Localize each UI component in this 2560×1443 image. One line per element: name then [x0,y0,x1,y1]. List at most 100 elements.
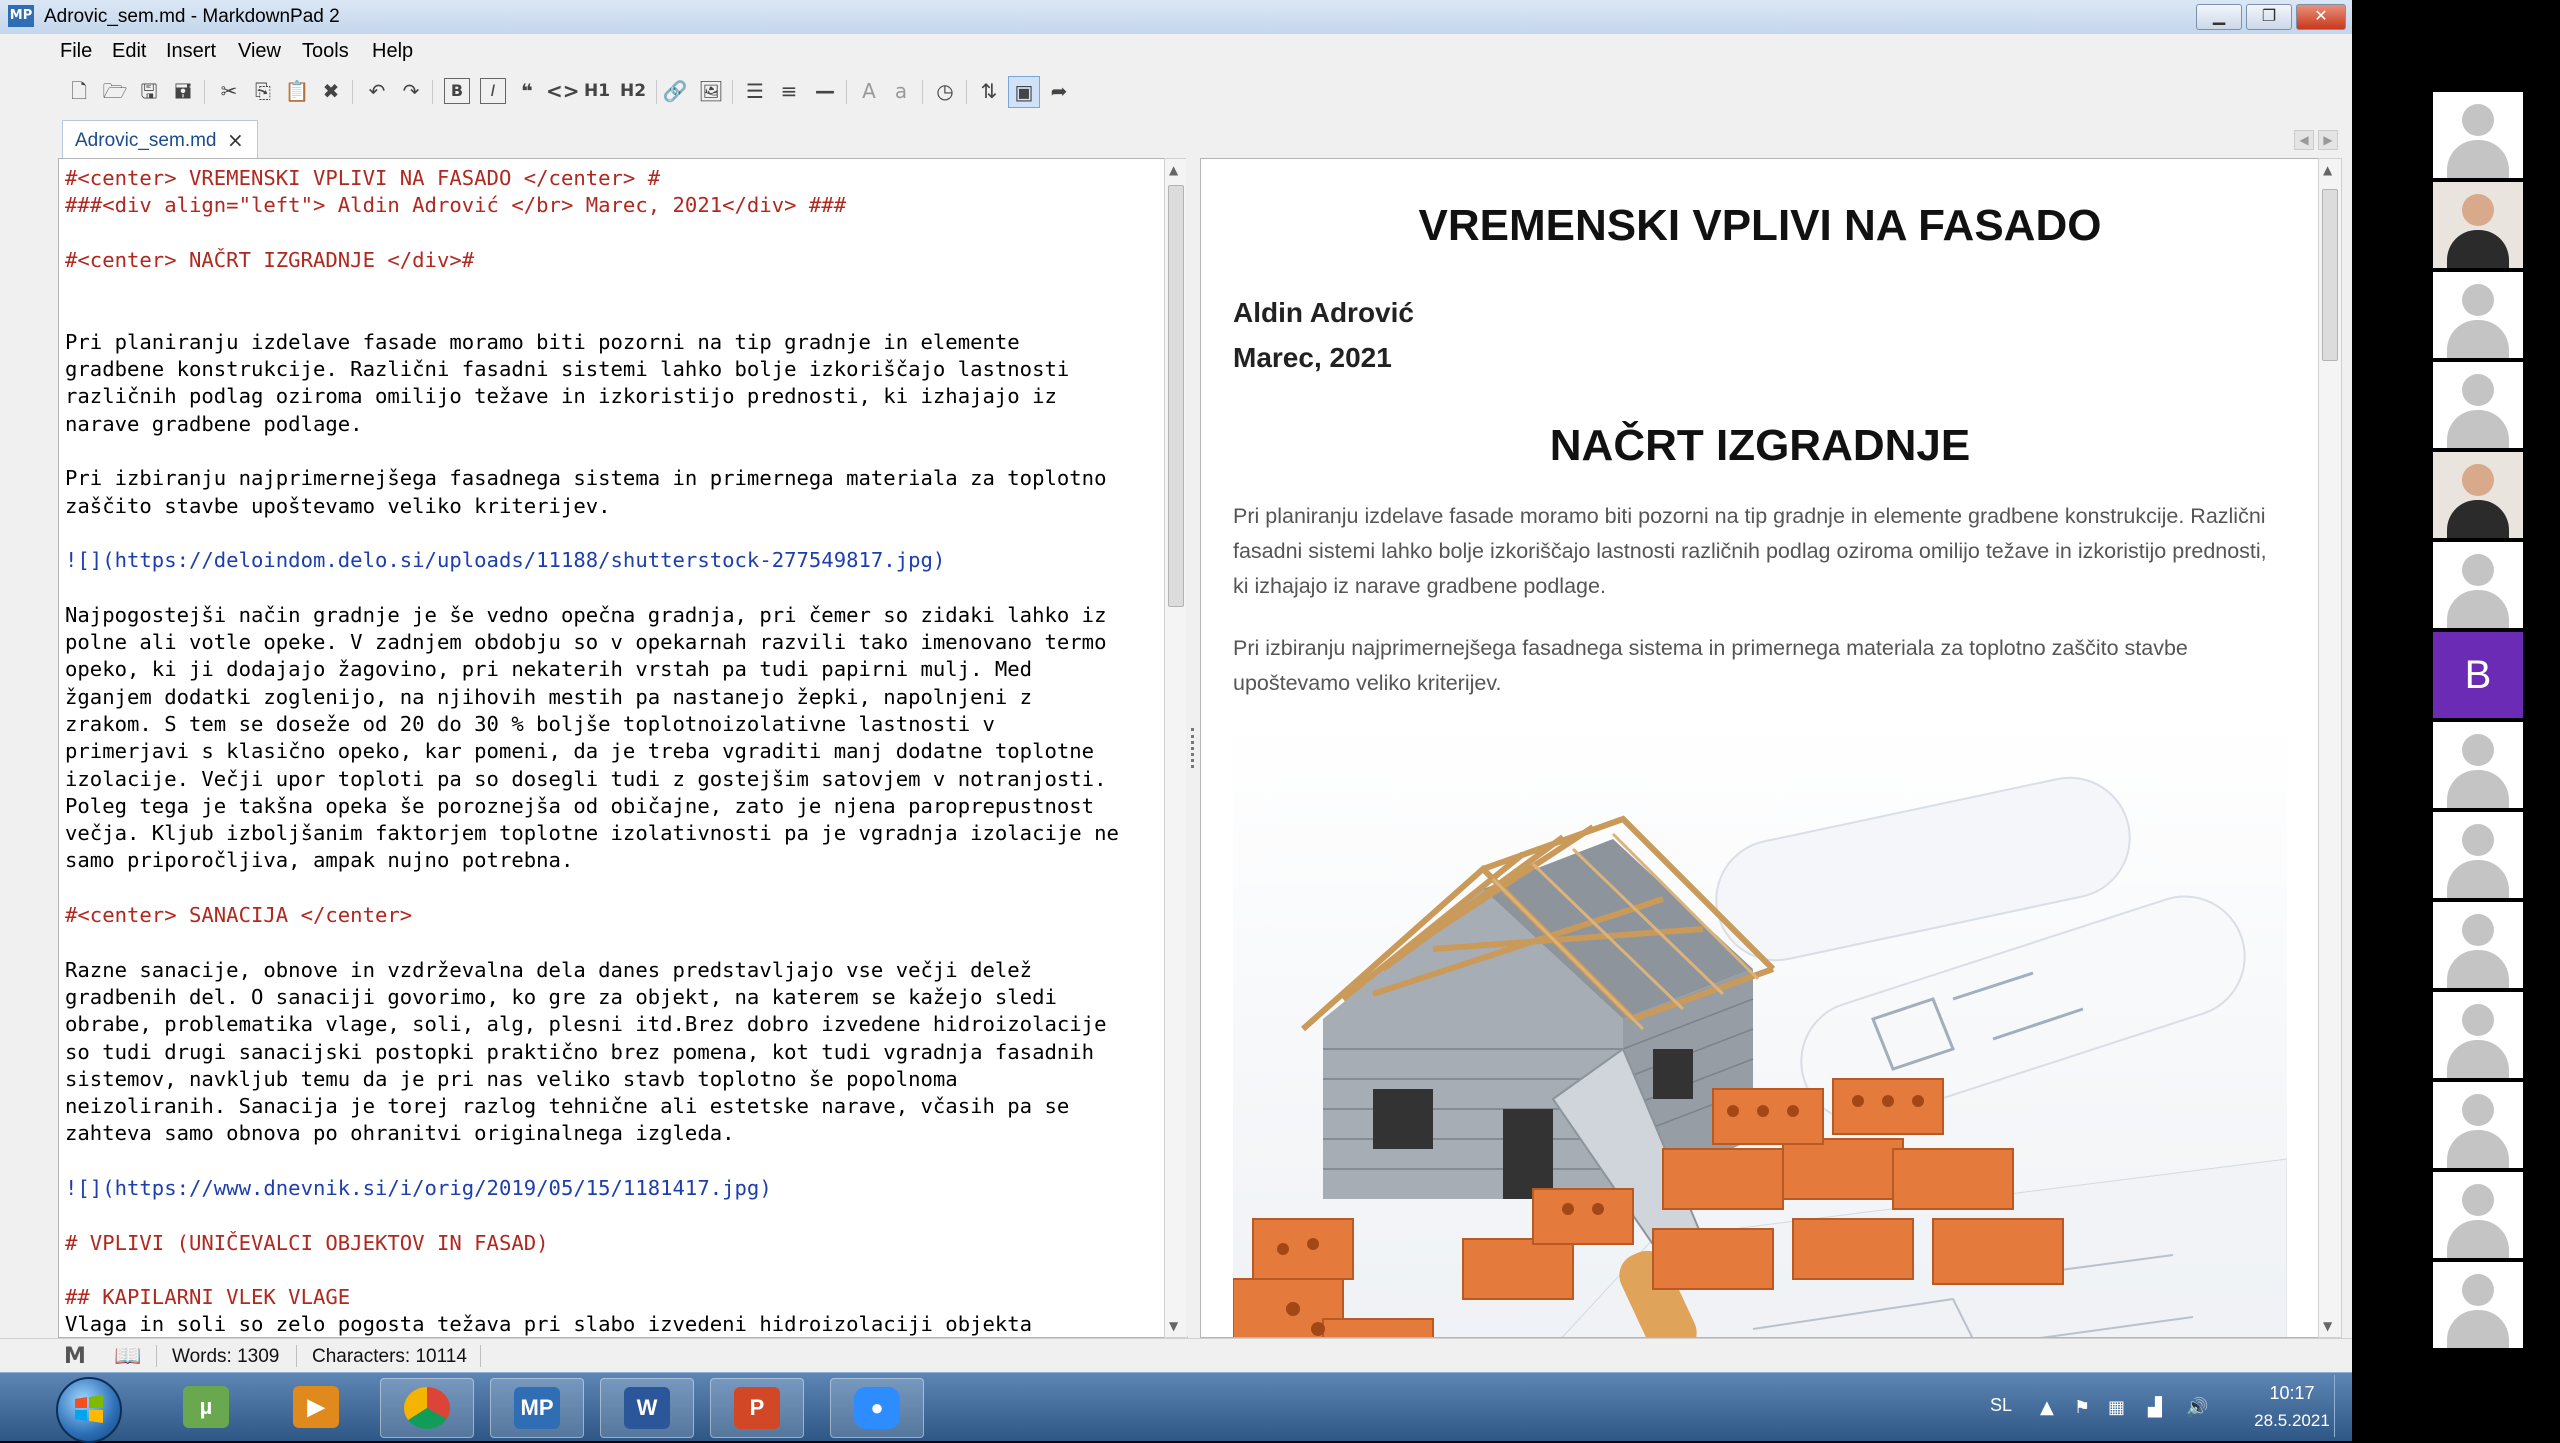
copy-icon[interactable]: ⎘ [248,76,278,106]
delete-icon[interactable]: ✖ [316,76,346,106]
taskbar-powerpoint[interactable]: P [710,1378,804,1438]
editor-line[interactable]: sistemov, navkljub temu da je pri nas ve… [65,1066,1153,1093]
editor-line[interactable]: Pri izbiranju najprimernejšega fasadnega… [65,465,1153,492]
participant-video-tile[interactable] [2433,452,2523,538]
restore-icon[interactable]: ❐ [2246,4,2292,30]
editor-line[interactable] [65,875,1153,902]
editor-line[interactable]: gradbene konstrukcije. Različni fasadni … [65,356,1153,383]
participant-avatar-tile[interactable] [2433,722,2523,808]
editor-line[interactable]: primerjavi s klasično opeko, kar pomeni,… [65,738,1153,765]
scroll-up-icon[interactable]: ▲ [1169,163,1178,177]
menu-view[interactable]: View [238,40,281,63]
tab-close-icon[interactable]: × [227,128,244,152]
menu-insert[interactable]: Insert [166,40,216,63]
editor-line[interactable]: opeko, ki ji dodajajo žagovino, pri neka… [65,656,1153,683]
tab-scroll-left-icon[interactable]: ◀ [2294,130,2314,150]
close-icon[interactable]: ✕ [2296,4,2346,30]
show-desktop-button[interactable] [2334,1375,2349,1437]
taskbar-media-player[interactable]: ▶ [270,1378,362,1436]
participant-avatar-tile[interactable] [2433,902,2523,988]
italic-icon[interactable]: I [480,78,506,104]
editor-line[interactable] [65,1257,1153,1284]
taskbar-utorrent[interactable]: µ [160,1378,252,1436]
editor-line[interactable] [65,1202,1153,1229]
live-preview-icon[interactable]: ▣ [1008,76,1040,108]
editor-line[interactable] [65,520,1153,547]
participant-avatar-tile[interactable] [2433,992,2523,1078]
clock-date[interactable]: 28.5.2021 [2246,1411,2338,1431]
editor-line[interactable]: samo priporočljiva, ampak nujno potrebna… [65,847,1153,874]
participant-avatar-tile[interactable] [2433,1262,2523,1348]
editor-line[interactable] [65,574,1153,601]
editor-line[interactable]: # VPLIVI (UNIČEVALCI OBJEKTOV IN FASAD) [65,1230,1153,1257]
menu-tools[interactable]: Tools [302,40,349,63]
code-icon[interactable]: <> [546,76,580,106]
undo-icon[interactable]: ↶ [362,76,392,106]
action-center-flag-icon[interactable]: ⚑ [2074,1397,2090,1418]
menu-help[interactable]: Help [372,40,413,63]
editor-line[interactable]: Poleg tega je takšna opeka še poroznejša… [65,793,1153,820]
image-icon[interactable]: 🖼 [696,76,726,106]
scroll-down-icon[interactable]: ▼ [1169,1319,1178,1333]
editor-line[interactable]: ## KAPILARNI VLEK VLAGE [65,1284,1153,1311]
preview-scrollbar[interactable]: ▲ ▼ [2318,158,2342,1338]
pane-splitter[interactable] [1186,158,1200,1336]
book-icon[interactable]: 📖 [114,1344,141,1369]
markdown-editor[interactable]: #<center> VREMENSKI VPLIVI NA FASADO </c… [58,158,1166,1338]
participant-avatar-tile[interactable] [2433,92,2523,178]
redo-icon[interactable]: ↷ [396,76,426,106]
editor-line[interactable]: Najpogostejši način gradnje je še vedno … [65,602,1153,629]
editor-line[interactable]: gradbenih del. O sanaciji govorimo, ko g… [65,984,1153,1011]
editor-line[interactable] [65,220,1153,247]
participant-avatar-tile[interactable] [2433,542,2523,628]
show-hidden-icons-icon[interactable]: ▲ [2040,1397,2054,1418]
menu-file[interactable]: File [60,40,92,63]
start-button[interactable] [56,1377,122,1443]
editor-scroll-thumb[interactable] [1168,185,1184,607]
tab-scroll-right-icon[interactable]: ▶ [2318,130,2338,150]
taskbar-markdownpad[interactable]: MP [490,1378,584,1438]
quote-icon[interactable]: ❝ [512,76,542,106]
editor-line[interactable]: neizoliranih. Sanacija je torej razlog t… [65,1093,1153,1120]
export-icon[interactable]: ➦ [1044,76,1074,106]
editor-line[interactable] [65,1148,1153,1175]
editor-line[interactable]: žganjem dodatki zoglenijo, na njihovih m… [65,684,1153,711]
participant-video-tile[interactable] [2433,182,2523,268]
editor-line[interactable]: so tudi drugi sanacijski postopki prakti… [65,1039,1153,1066]
sync-scroll-icon[interactable]: ⇅ [974,76,1004,106]
markdown-icon[interactable]: M [64,1344,86,1369]
editor-line[interactable]: zrakom. S tem se doseže od 20 do 30 % bo… [65,711,1153,738]
editor-line[interactable]: zahteva samo obnova po ohranitvi origina… [65,1120,1153,1147]
editor-line[interactable]: ![](https://deloindom.delo.si/uploads/11… [65,547,1153,574]
network-icon[interactable]: ▟ [2148,1397,2162,1418]
editor-line[interactable]: #<center> NAČRT IZGRADNJE </div># [65,247,1153,274]
editor-line[interactable] [65,438,1153,465]
volume-icon[interactable]: 🔊 [2186,1397,2208,1418]
preview-scroll-thumb[interactable] [2322,189,2338,361]
power-icon[interactable]: ▦ [2108,1397,2125,1418]
language-indicator[interactable]: SL [1990,1395,2012,1416]
editor-line[interactable]: Razne sanacije, obnove in vzdrževalna de… [65,957,1153,984]
paste-icon[interactable]: 📋 [282,76,312,106]
editor-line[interactable] [65,929,1153,956]
uppercase-icon[interactable]: A [854,76,884,106]
new-file-icon[interactable]: 🗋 [64,76,94,106]
editor-line[interactable]: obrabe, problematika vlage, soli, alg, p… [65,1011,1153,1038]
bold-icon[interactable]: B [444,78,470,104]
editor-line[interactable]: ###<div align="left"> Aldin Adrović </br… [65,192,1153,219]
editor-line[interactable]: izolacije. Večji upor toploti pa so dose… [65,766,1153,793]
bullet-list-icon[interactable]: ☰ [740,76,770,106]
link-icon[interactable]: 🔗 [660,76,690,106]
numbered-list-icon[interactable]: ≡ [774,76,804,106]
participant-avatar-tile[interactable] [2433,272,2523,358]
editor-scrollbar[interactable]: ▲ ▼ [1164,158,1188,1338]
participant-initial-tile[interactable]: B [2433,632,2523,718]
taskbar-chrome[interactable] [380,1378,474,1438]
save-all-icon[interactable]: 🖬 [168,76,198,106]
editor-line[interactable] [65,274,1153,301]
participant-avatar-tile[interactable] [2433,812,2523,898]
editor-line[interactable] [65,301,1153,328]
open-folder-icon[interactable]: 🗁 [100,76,130,106]
editor-line[interactable]: narave gradbene podlage. [65,411,1153,438]
participant-avatar-tile[interactable] [2433,1082,2523,1168]
